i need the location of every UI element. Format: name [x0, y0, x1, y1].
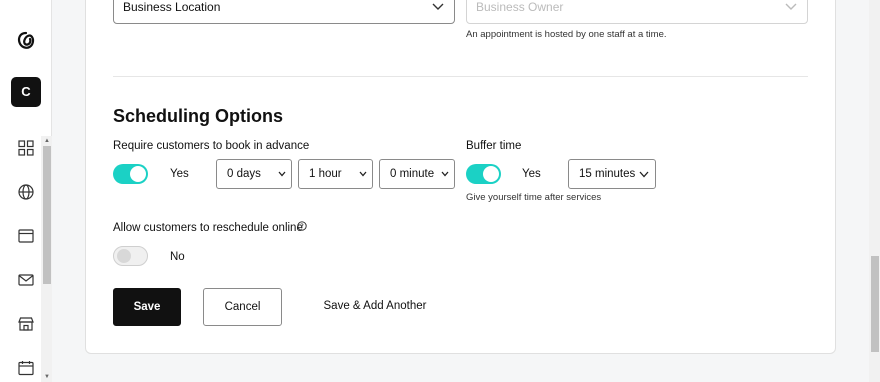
buffer-time-value: 15 minutes — [579, 168, 636, 180]
save-button[interactable]: Save — [113, 288, 181, 326]
advance-booking-toggle[interactable] — [113, 164, 148, 184]
reschedule-toggle-text: No — [170, 251, 185, 263]
buffer-time-select[interactable]: 15 minutes — [568, 159, 656, 189]
chevron-down-icon — [785, 3, 797, 10]
svg-text:?: ? — [300, 223, 304, 231]
godaddy-logo-icon[interactable] — [15, 30, 37, 52]
mail-icon[interactable] — [17, 271, 35, 289]
buffer-time-label: Buffer time — [466, 140, 522, 152]
globe-icon[interactable] — [17, 183, 35, 201]
left-nav-rail: C ▲ ▼ — [0, 0, 52, 382]
section-divider — [113, 76, 808, 77]
page-scrollbar-thumb[interactable] — [871, 256, 879, 352]
sidebar-scrollbar-thumb[interactable] — [43, 146, 51, 284]
reschedule-label: Allow customers to reschedule online — [113, 222, 303, 234]
business-owner-select[interactable]: Business Owner — [466, 0, 808, 24]
business-location-value: Business Location — [123, 0, 221, 14]
scroll-up-arrow-icon[interactable]: ▲ — [43, 137, 51, 145]
advance-booking-toggle-text: Yes — [170, 168, 189, 180]
cancel-button[interactable]: Cancel — [203, 288, 282, 326]
buffer-time-toggle[interactable] — [466, 164, 501, 184]
toggle-knob — [130, 166, 146, 182]
advance-booking-label: Require customers to book in advance — [113, 140, 310, 152]
owner-hint-text: An appointment is hosted by one staff at… — [466, 29, 667, 40]
advance-hours-value: 1 hour — [309, 168, 342, 180]
account-avatar[interactable]: C — [11, 77, 41, 107]
browser-icon[interactable] — [17, 227, 35, 245]
info-icon[interactable]: ? — [297, 221, 307, 231]
grid-icon[interactable] — [17, 139, 35, 157]
save-and-add-another-button[interactable]: Save & Add Another — [318, 288, 432, 326]
reschedule-toggle[interactable] — [113, 246, 148, 266]
chevron-down-icon — [639, 171, 649, 178]
advance-minutes-value: 0 minute — [390, 168, 435, 180]
advance-days-value: 0 days — [227, 168, 261, 180]
service-form-card — [85, 0, 836, 354]
toggle-knob — [483, 166, 499, 182]
chevron-down-icon — [441, 171, 449, 177]
business-owner-placeholder: Business Owner — [476, 0, 564, 14]
calendar-icon[interactable] — [17, 359, 35, 377]
advance-minutes-select[interactable]: 0 minute — [379, 159, 455, 189]
advance-hours-select[interactable]: 1 hour — [298, 159, 373, 189]
chevron-down-icon — [432, 3, 444, 10]
chevron-down-icon — [359, 171, 367, 177]
buffer-time-hint: Give yourself time after services — [466, 192, 602, 203]
business-location-select[interactable]: Business Location — [113, 0, 455, 24]
scroll-down-arrow-icon[interactable]: ▼ — [43, 373, 51, 381]
chevron-down-icon — [278, 171, 286, 177]
buffer-time-toggle-text: Yes — [522, 168, 541, 180]
toggle-knob — [117, 249, 131, 263]
store-icon[interactable] — [17, 315, 35, 333]
scheduling-options-title: Scheduling Options — [113, 106, 283, 126]
advance-days-select[interactable]: 0 days — [216, 159, 292, 189]
